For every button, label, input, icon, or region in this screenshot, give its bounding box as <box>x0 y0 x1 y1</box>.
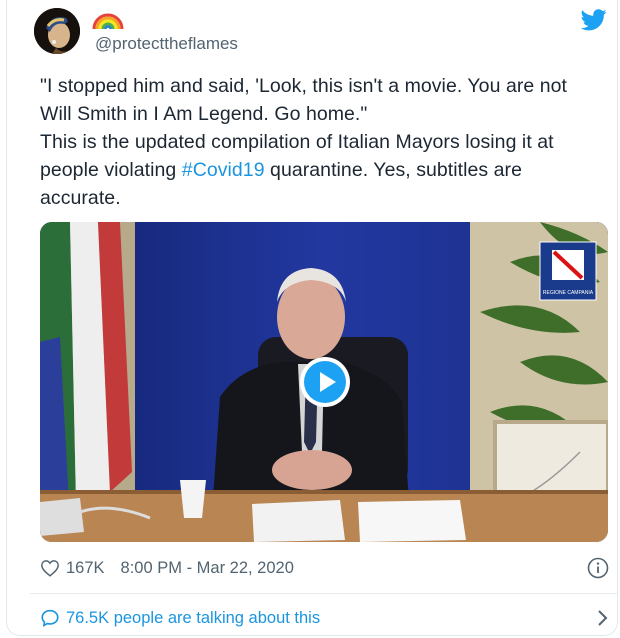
user-handle[interactable]: @protecttheflames <box>95 34 238 54</box>
tweet-text: "I stopped him and said, 'Look, this isn… <box>40 72 600 212</box>
twitter-bird-icon[interactable] <box>581 9 607 31</box>
speech-bubble-icon <box>41 609 59 627</box>
like-count: 167K <box>66 558 105 577</box>
tweet-card: @protecttheflames "I stopped him and sai… <box>6 0 618 636</box>
video-thumbnail[interactable]: REGIONE CAMPANIA <box>40 222 608 542</box>
tweet-text-line: people violating #Covid19 quarantine. Ye… <box>40 156 600 184</box>
conversation-text: 76.5K people are talking about this <box>66 608 321 627</box>
conversation-link[interactable]: 76.5K people are talking about this <box>40 606 610 630</box>
like-button[interactable]: 167K <box>40 559 105 578</box>
divider <box>30 593 617 594</box>
hashtag-link[interactable]: #Covid19 <box>182 159 265 181</box>
info-icon[interactable] <box>587 557 609 579</box>
avatar[interactable] <box>34 8 80 54</box>
tweet-meta: 167K 8:00 PM - Mar 22, 2020 <box>40 556 612 580</box>
timestamp[interactable]: 8:00 PM - Mar 22, 2020 <box>121 559 294 578</box>
rainbow-emoji <box>92 13 124 30</box>
play-icon[interactable] <box>299 356 351 408</box>
tweet-text-line: This is the updated compilation of Itali… <box>40 131 554 153</box>
tweet-text-fragment: people violating <box>40 159 182 181</box>
tweet-text-fragment: quarantine. Yes, subtitles are <box>264 159 522 181</box>
heart-icon <box>41 560 59 577</box>
tweet-text-line: accurate. <box>40 187 121 209</box>
tweet-text-line: Will Smith in I Am Legend. Go home." <box>40 103 368 125</box>
chevron-right-icon[interactable] <box>596 609 610 627</box>
tweet-text-line: "I stopped him and said, 'Look, this isn… <box>40 75 568 97</box>
logo-text: REGIONE CAMPANIA <box>543 290 594 296</box>
